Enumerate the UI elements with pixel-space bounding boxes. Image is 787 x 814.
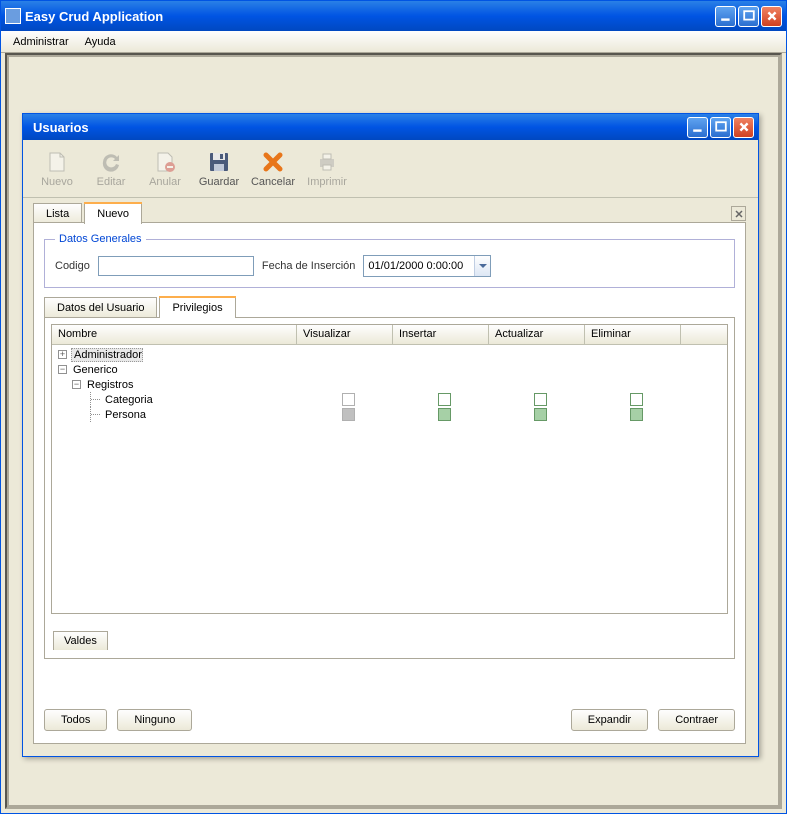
toolbar-nuevo-button[interactable]: Nuevo [33, 144, 81, 193]
expander-minus-icon[interactable]: − [58, 365, 67, 374]
expander-plus-icon[interactable]: + [58, 350, 67, 359]
main-close-button[interactable] [761, 6, 782, 27]
privileges-grid: Nombre Visualizar Insertar Actualizar El… [51, 324, 728, 614]
subtab-privilegios[interactable]: Privilegios [159, 297, 235, 318]
col-header-actualizar[interactable]: Actualizar [489, 325, 585, 344]
menubar: Administrar Ayuda [1, 31, 786, 53]
ninguno-button[interactable]: Ninguno [117, 709, 192, 731]
dialog-close-button[interactable] [733, 117, 754, 138]
checkbox-eliminar[interactable] [630, 408, 643, 421]
toolbar-label: Anular [149, 176, 181, 188]
menu-ayuda[interactable]: Ayuda [77, 33, 124, 51]
dialog-titlebar[interactable]: Usuarios [23, 114, 758, 140]
datos-generales-fieldset: Datos Generales Codigo Fecha de Inserció… [44, 233, 735, 288]
tree-row-administrador[interactable]: + Administrador [54, 347, 725, 362]
tab-nuevo[interactable]: Nuevo [84, 203, 142, 224]
codigo-input[interactable] [98, 256, 254, 276]
dialog-title: Usuarios [27, 120, 687, 135]
cancel-icon [261, 150, 285, 174]
fecha-dropdown-button[interactable] [474, 256, 490, 276]
expandir-button[interactable]: Expandir [571, 709, 648, 731]
col-header-visualizar[interactable]: Visualizar [297, 325, 393, 344]
checkbox-visualizar[interactable] [342, 393, 355, 406]
codigo-label: Codigo [55, 260, 90, 272]
tree-row-persona[interactable]: Persona [54, 407, 725, 422]
dialog-minimize-button[interactable] [687, 117, 708, 138]
fecha-input[interactable] [363, 255, 491, 277]
col-header-eliminar[interactable]: Eliminar [585, 325, 681, 344]
print-icon [315, 150, 339, 174]
toolbar-label: Cancelar [251, 176, 295, 188]
col-header-insertar[interactable]: Insertar [393, 325, 489, 344]
tree-label[interactable]: Administrador [71, 348, 143, 362]
toolbar-anular-button[interactable]: Anular [141, 144, 189, 193]
tree-connector-icon [90, 407, 103, 422]
tree-connector-icon [90, 392, 103, 407]
refresh-icon [99, 150, 123, 174]
toolbar-guardar-button[interactable]: Guardar [195, 144, 243, 193]
tree-label[interactable]: Registros [85, 379, 133, 391]
app-icon [5, 8, 21, 24]
checkbox-insertar[interactable] [438, 408, 451, 421]
tree-label[interactable]: Categoria [103, 394, 153, 406]
toolbar-label: Editar [97, 176, 126, 188]
menu-administrar[interactable]: Administrar [5, 33, 77, 51]
document-cancel-icon [153, 150, 177, 174]
checkbox-eliminar[interactable] [630, 393, 643, 406]
tree-label[interactable]: Generico [71, 364, 118, 376]
tab-close-button[interactable] [731, 206, 746, 221]
dialog-maximize-button[interactable] [710, 117, 731, 138]
toolbar-editar-button[interactable]: Editar [87, 144, 135, 193]
toolbar-imprimir-button[interactable]: Imprimir [303, 144, 351, 193]
fecha-label: Fecha de Inserción [262, 260, 356, 272]
tree-row-generico[interactable]: − Generico [54, 362, 725, 377]
tab-lista[interactable]: Lista [33, 203, 82, 224]
todos-button[interactable]: Todos [44, 709, 107, 731]
valdes-tab[interactable]: Valdes [53, 631, 108, 650]
chevron-down-icon [479, 264, 487, 269]
save-icon [207, 150, 231, 174]
main-minimize-button[interactable] [715, 6, 736, 27]
main-titlebar[interactable]: Easy Crud Application [1, 1, 786, 31]
toolbar: Nuevo Editar Anular Guardar Cancelar [23, 140, 758, 198]
contraer-button[interactable]: Contraer [658, 709, 735, 731]
toolbar-label: Imprimir [307, 176, 347, 188]
tree-label[interactable]: Persona [103, 409, 146, 421]
expander-minus-icon[interactable]: − [72, 380, 81, 389]
datos-generales-legend: Datos Generales [55, 233, 146, 245]
toolbar-label: Nuevo [41, 176, 73, 188]
privilegios-page: Nombre Visualizar Insertar Actualizar El… [44, 317, 735, 659]
toolbar-label: Guardar [199, 176, 239, 188]
main-maximize-button[interactable] [738, 6, 759, 27]
checkbox-insertar[interactable] [438, 393, 451, 406]
checkbox-actualizar[interactable] [534, 393, 547, 406]
toolbar-cancelar-button[interactable]: Cancelar [249, 144, 297, 193]
app-title: Easy Crud Application [25, 9, 715, 24]
checkbox-visualizar[interactable] [342, 408, 355, 421]
document-new-icon [45, 150, 69, 174]
col-header-nombre[interactable]: Nombre [52, 325, 297, 344]
subtab-datos-usuario[interactable]: Datos del Usuario [44, 297, 157, 318]
tab-page-nuevo: Datos Generales Codigo Fecha de Inserció… [33, 222, 746, 744]
usuarios-dialog: Usuarios Nuevo Editar Anul [22, 113, 759, 757]
main-window: Easy Crud Application Administrar Ayuda … [0, 0, 787, 814]
checkbox-actualizar[interactable] [534, 408, 547, 421]
tree-row-categoria[interactable]: Categoria [54, 392, 725, 407]
tree-row-registros[interactable]: − Registros [54, 377, 725, 392]
